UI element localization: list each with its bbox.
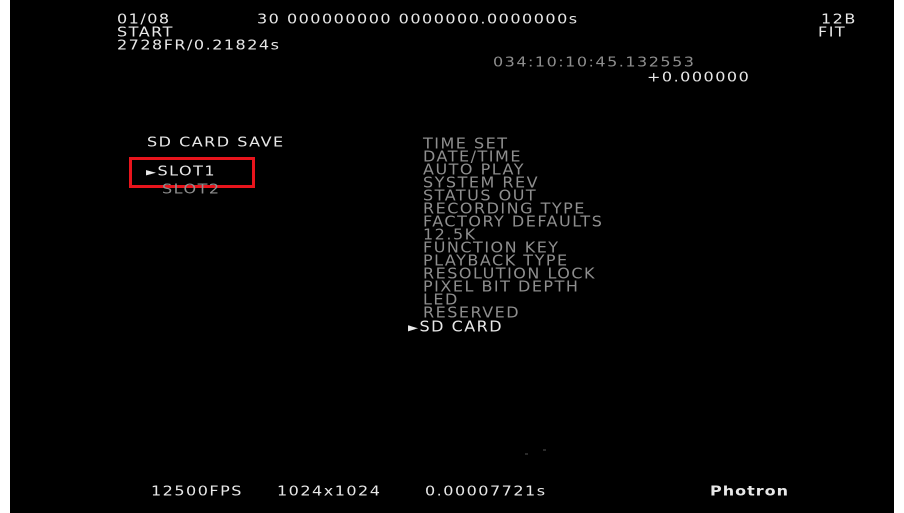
noise-speck: [525, 453, 528, 455]
brand-logo: Photron: [710, 483, 790, 499]
selected-marker-icon: ►: [408, 320, 420, 336]
selected-marker-icon: ►: [146, 166, 158, 179]
menu-item-label: SD CARD: [419, 317, 504, 336]
menu-item-sd-card[interactable]: ►SD CARD: [408, 317, 504, 336]
submenu-item-slot1[interactable]: ►SLOT1: [146, 165, 216, 180]
camera-osd-screen: 01/08 START 2728FR/0.21824s 30 000000000…: [10, 0, 894, 513]
time-offset: +0.000000: [647, 69, 751, 85]
submenu-item-slot2[interactable]: SLOT2: [162, 183, 221, 196]
noise-speck: [543, 449, 546, 451]
shutter-readout: 0.00007721s: [425, 483, 547, 499]
counter-readout: 30 000000000 0000000.0000000s: [257, 11, 579, 27]
submenu-item-label: SLOT1: [157, 163, 217, 179]
frame-count-time: 2728FR/0.21824s: [117, 37, 281, 53]
fit-mode: FIT: [818, 24, 847, 40]
timecode: 034:10:10:45.132553: [493, 54, 696, 70]
resolution-readout: 1024x1024: [277, 483, 382, 499]
submenu-title: SD CARD SAVE: [147, 134, 285, 150]
fps-readout: 12500FPS: [151, 483, 243, 499]
